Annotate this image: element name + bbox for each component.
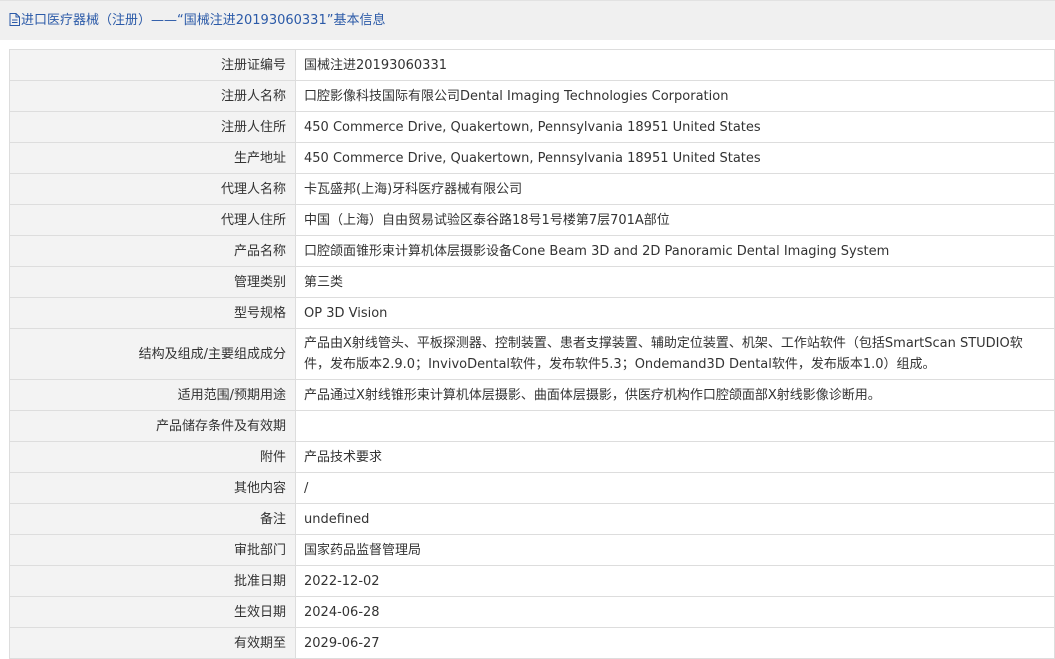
table-row: 生产地址 450 Commerce Drive, Quakertown, Pen… xyxy=(9,142,1055,174)
row-value: 450 Commerce Drive, Quakertown, Pennsylv… xyxy=(295,142,1055,174)
row-value: 国家药品监督管理局 xyxy=(295,534,1055,566)
row-label: 注册人名称 xyxy=(9,80,296,112)
page-title: 进口医疗器械（注册）——“国械注进20193060331”基本信息 xyxy=(21,13,386,28)
document-icon xyxy=(9,13,20,32)
row-label: 结构及组成/主要组成成分 xyxy=(9,328,296,380)
table-row: 结构及组成/主要组成成分 产品由X射线管头、平板探测器、控制装置、患者支撑装置、… xyxy=(9,328,1055,380)
row-value: 国械注进20193060331 xyxy=(295,49,1055,81)
row-label: 批准日期 xyxy=(9,565,296,597)
header-title-wrap: 进口医疗器械（注册）——“国械注进20193060331”基本信息 xyxy=(9,12,385,32)
row-label: 产品储存条件及有效期 xyxy=(9,410,296,442)
page-header: 进口医疗器械（注册）——“国械注进20193060331”基本信息 xyxy=(0,0,1055,40)
table-row: 生效日期 2024-06-28 xyxy=(9,596,1055,628)
row-label: 代理人住所 xyxy=(9,204,296,236)
table-row: 其他内容 / xyxy=(9,472,1055,504)
row-value: 卡瓦盛邦(上海)牙科医疗器械有限公司 xyxy=(295,173,1055,205)
row-value: 产品技术要求 xyxy=(295,441,1055,473)
row-label: 附件 xyxy=(9,441,296,473)
table-row: 附件 产品技术要求 xyxy=(9,441,1055,473)
row-value xyxy=(295,410,1055,442)
table-row: 注册人住所 450 Commerce Drive, Quakertown, Pe… xyxy=(9,111,1055,143)
row-value: undefined xyxy=(295,503,1055,535)
row-value: 口腔颌面锥形束计算机体层摄影设备Cone Beam 3D and 2D Pano… xyxy=(295,235,1055,267)
row-value: 2024-06-28 xyxy=(295,596,1055,628)
table-row: 有效期至 2029-06-27 xyxy=(9,627,1055,659)
table-row: 注册人名称 口腔影像科技国际有限公司Dental Imaging Technol… xyxy=(9,80,1055,112)
row-value: 2022-12-02 xyxy=(295,565,1055,597)
row-value: 口腔影像科技国际有限公司Dental Imaging Technologies … xyxy=(295,80,1055,112)
row-label: 备注 xyxy=(9,503,296,535)
table-row: 型号规格 OP 3D Vision xyxy=(9,297,1055,329)
detail-table: 注册证编号 国械注进20193060331 注册人名称 口腔影像科技国际有限公司… xyxy=(9,49,1055,659)
row-label: 生产地址 xyxy=(9,142,296,174)
table-row: 代理人名称 卡瓦盛邦(上海)牙科医疗器械有限公司 xyxy=(9,173,1055,205)
table-row: 批准日期 2022-12-02 xyxy=(9,565,1055,597)
row-label: 注册证编号 xyxy=(9,49,296,81)
row-value: 产品通过X射线锥形束计算机体层摄影、曲面体层摄影，供医疗机构作口腔颌面部X射线影… xyxy=(295,379,1055,411)
row-value: 450 Commerce Drive, Quakertown, Pennsylv… xyxy=(295,111,1055,143)
row-label: 有效期至 xyxy=(9,627,296,659)
row-label: 注册人住所 xyxy=(9,111,296,143)
row-value: / xyxy=(295,472,1055,504)
row-value: 中国（上海）自由贸易试验区泰谷路18号1号楼第7层701A部位 xyxy=(295,204,1055,236)
row-label: 适用范围/预期用途 xyxy=(9,379,296,411)
row-value: 第三类 xyxy=(295,266,1055,298)
row-value: 2029-06-27 xyxy=(295,627,1055,659)
table-row: 审批部门 国家药品监督管理局 xyxy=(9,534,1055,566)
row-label: 产品名称 xyxy=(9,235,296,267)
row-value: 产品由X射线管头、平板探测器、控制装置、患者支撑装置、辅助定位装置、机架、工作站… xyxy=(295,328,1055,380)
table-row: 备注 undefined xyxy=(9,503,1055,535)
table-row: 产品储存条件及有效期 xyxy=(9,410,1055,442)
row-label: 管理类别 xyxy=(9,266,296,298)
table-row: 管理类别 第三类 xyxy=(9,266,1055,298)
row-label: 审批部门 xyxy=(9,534,296,566)
row-label: 型号规格 xyxy=(9,297,296,329)
table-row: 代理人住所 中国（上海）自由贸易试验区泰谷路18号1号楼第7层701A部位 xyxy=(9,204,1055,236)
row-label: 其他内容 xyxy=(9,472,296,504)
row-label: 代理人名称 xyxy=(9,173,296,205)
table-row: 适用范围/预期用途 产品通过X射线锥形束计算机体层摄影、曲面体层摄影，供医疗机构… xyxy=(9,379,1055,411)
table-row: 产品名称 口腔颌面锥形束计算机体层摄影设备Cone Beam 3D and 2D… xyxy=(9,235,1055,267)
row-value: OP 3D Vision xyxy=(295,297,1055,329)
table-row: 注册证编号 国械注进20193060331 xyxy=(9,49,1055,81)
row-label: 生效日期 xyxy=(9,596,296,628)
